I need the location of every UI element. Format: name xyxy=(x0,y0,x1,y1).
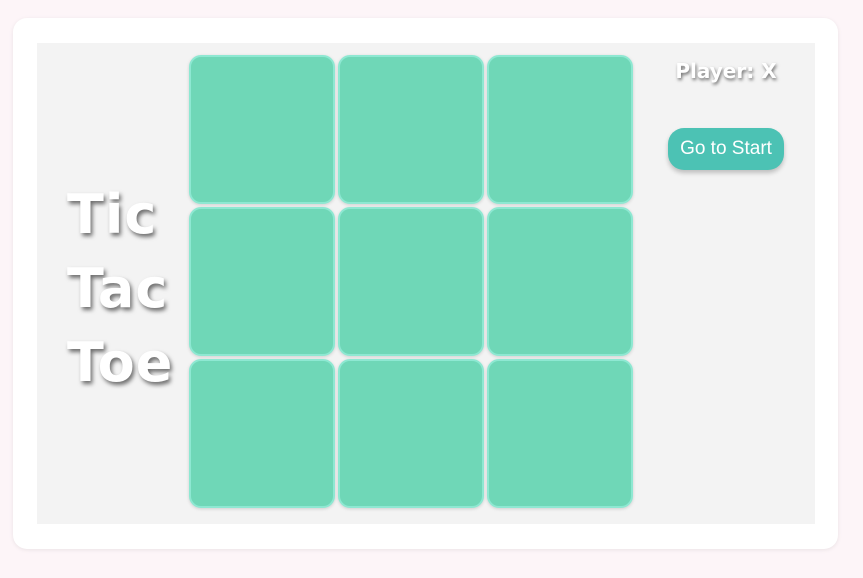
board-cell-4[interactable] xyxy=(189,207,335,356)
board-cell-8[interactable] xyxy=(338,359,484,508)
board-cell-1[interactable] xyxy=(189,55,335,204)
board-cell-2[interactable] xyxy=(338,55,484,204)
go-to-start-button[interactable]: Go to Start xyxy=(668,128,784,170)
board-cell-6[interactable] xyxy=(487,207,633,356)
board-cell-9[interactable] xyxy=(487,359,633,508)
title-line-toe: Toe xyxy=(67,331,174,394)
board-cell-3[interactable] xyxy=(487,55,633,204)
game-title: Tic Tac Toe xyxy=(67,178,173,400)
game-board xyxy=(189,55,635,508)
board-cell-7[interactable] xyxy=(189,359,335,508)
title-line-tac: Tac xyxy=(67,257,169,320)
current-player-label: Player: X xyxy=(675,59,777,83)
board-cell-5[interactable] xyxy=(338,207,484,356)
title-line-tic: Tic xyxy=(67,183,158,246)
